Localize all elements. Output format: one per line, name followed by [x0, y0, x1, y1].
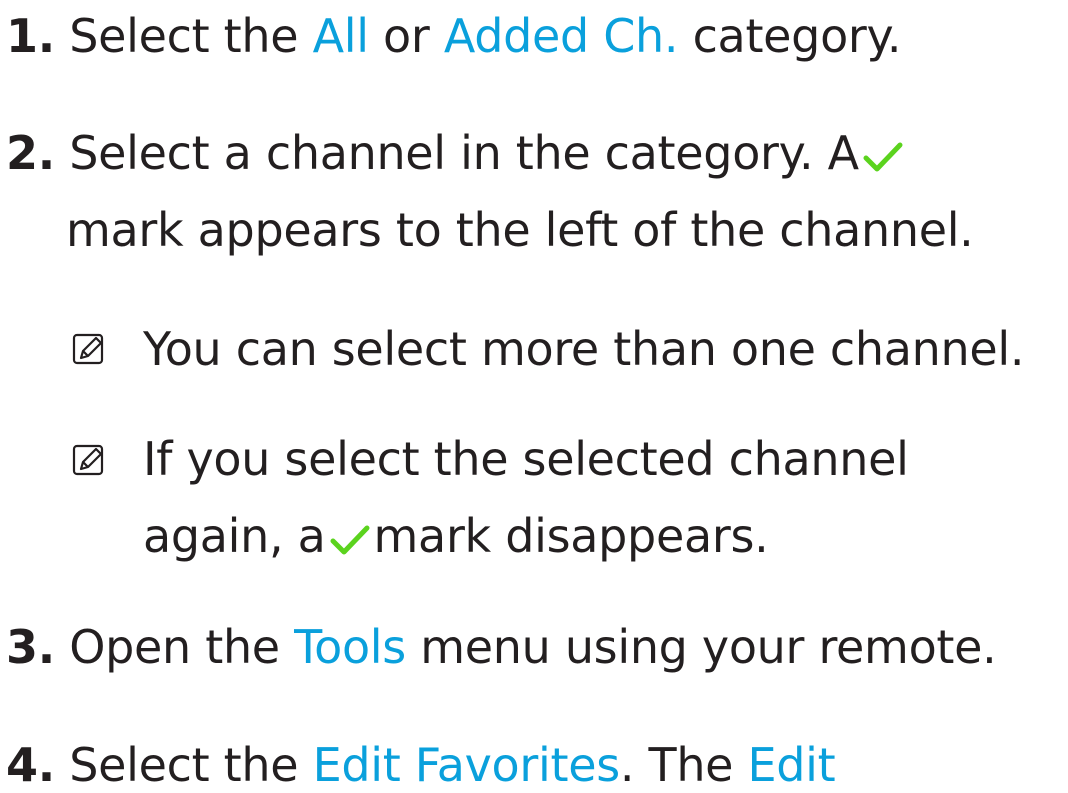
memo-pencil-icon [72, 333, 106, 367]
step-1-text-post: category. [692, 9, 902, 63]
step-1: 1. Select the All or Added Ch. category. [6, 8, 902, 64]
note-2-line-1: If you select the selected channel [143, 431, 909, 487]
check-mark-icon [330, 524, 370, 556]
edit-favorites-label: Edit Favorites [312, 738, 621, 792]
step-2-number: 2. [6, 126, 55, 180]
step-3-text-post: menu using your remote. [420, 620, 997, 674]
step-2-line-2: mark appears to the left of the channel. [66, 202, 974, 258]
note-2-line-2: again, a mark disappears. [143, 508, 769, 564]
step-1-number: 1. [6, 9, 55, 63]
step-1-text-pre: Select the [69, 9, 299, 63]
step-3-number: 3. [6, 620, 55, 674]
check-mark-icon [863, 141, 903, 173]
note-1-text: You can select more than one channel. [143, 322, 1025, 376]
note-1: You can select more than one channel. [143, 321, 1024, 377]
step-4-number: 4. [6, 738, 55, 792]
memo-pencil-icon [72, 444, 106, 478]
added-channels-category-label: Added Ch. [443, 9, 679, 63]
note-2-text-post: mark disappears. [373, 509, 769, 563]
step-2-line-1: 2. Select a channel in the category. A [6, 125, 907, 181]
note-2-text-line-1: If you select the selected channel [143, 432, 909, 486]
note-2-text-pre: again, a [143, 509, 326, 563]
step-4-text-pre: Select the [69, 738, 299, 792]
tools-menu-label: Tools [294, 620, 406, 674]
step-2-text-line-1: Select a channel in the category. A [69, 126, 859, 180]
step-3: 3. Open the Tools menu using your remote… [6, 619, 997, 675]
all-category-label: All [312, 9, 369, 63]
step-2-text-line-2: mark appears to the left of the channel. [66, 203, 974, 257]
step-4-text-mid: . The [619, 738, 734, 792]
step-1-text-mid: or [383, 9, 430, 63]
edit-label: Edit [747, 738, 836, 792]
step-3-text-pre: Open the [69, 620, 280, 674]
step-4: 4. Select the Edit Favorites. The Edit [6, 737, 836, 793]
